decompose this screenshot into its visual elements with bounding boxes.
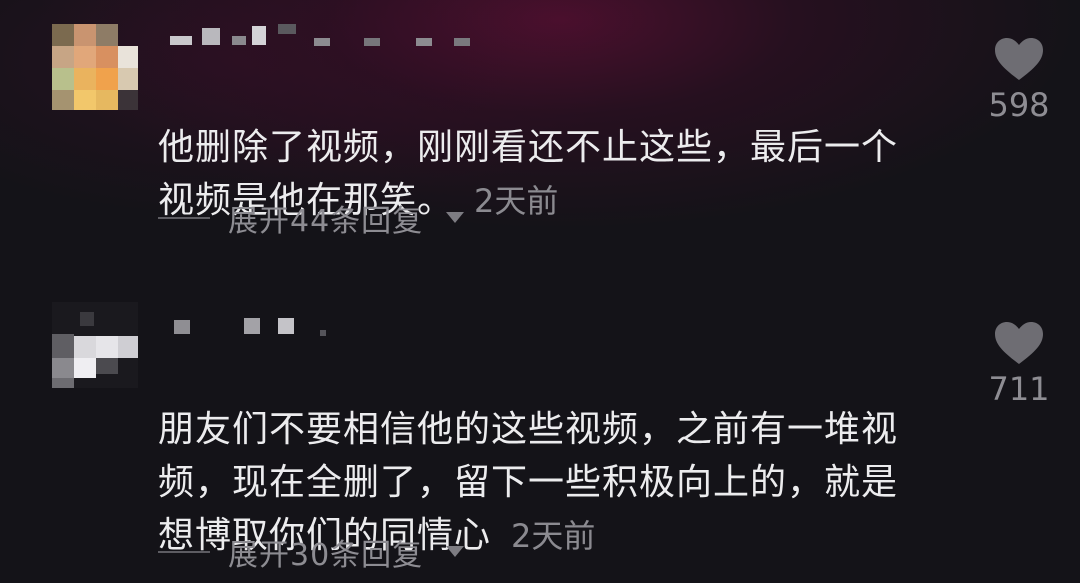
expand-replies-label: 展开30条回复 (228, 538, 424, 573)
like-button[interactable]: 711 (985, 320, 1053, 408)
like-button[interactable]: 598 (985, 36, 1053, 124)
chevron-down-icon (445, 543, 465, 562)
divider-line (158, 551, 210, 553)
divider-line (158, 217, 210, 219)
expand-replies-button[interactable]: 展开44条回复 (158, 198, 465, 239)
expand-replies-button[interactable]: 展开30条回复 (158, 532, 465, 573)
avatar[interactable] (52, 24, 138, 110)
comment-time: 2天前 (474, 182, 559, 220)
heart-icon (995, 38, 1043, 80)
comment-time: 2天前 (511, 517, 596, 555)
like-count: 598 (988, 86, 1050, 124)
expand-replies-label: 展开44条回复 (228, 204, 424, 239)
like-count: 711 (988, 370, 1050, 408)
chevron-down-icon (445, 209, 465, 228)
heart-icon (995, 322, 1043, 364)
avatar[interactable] (52, 302, 138, 388)
